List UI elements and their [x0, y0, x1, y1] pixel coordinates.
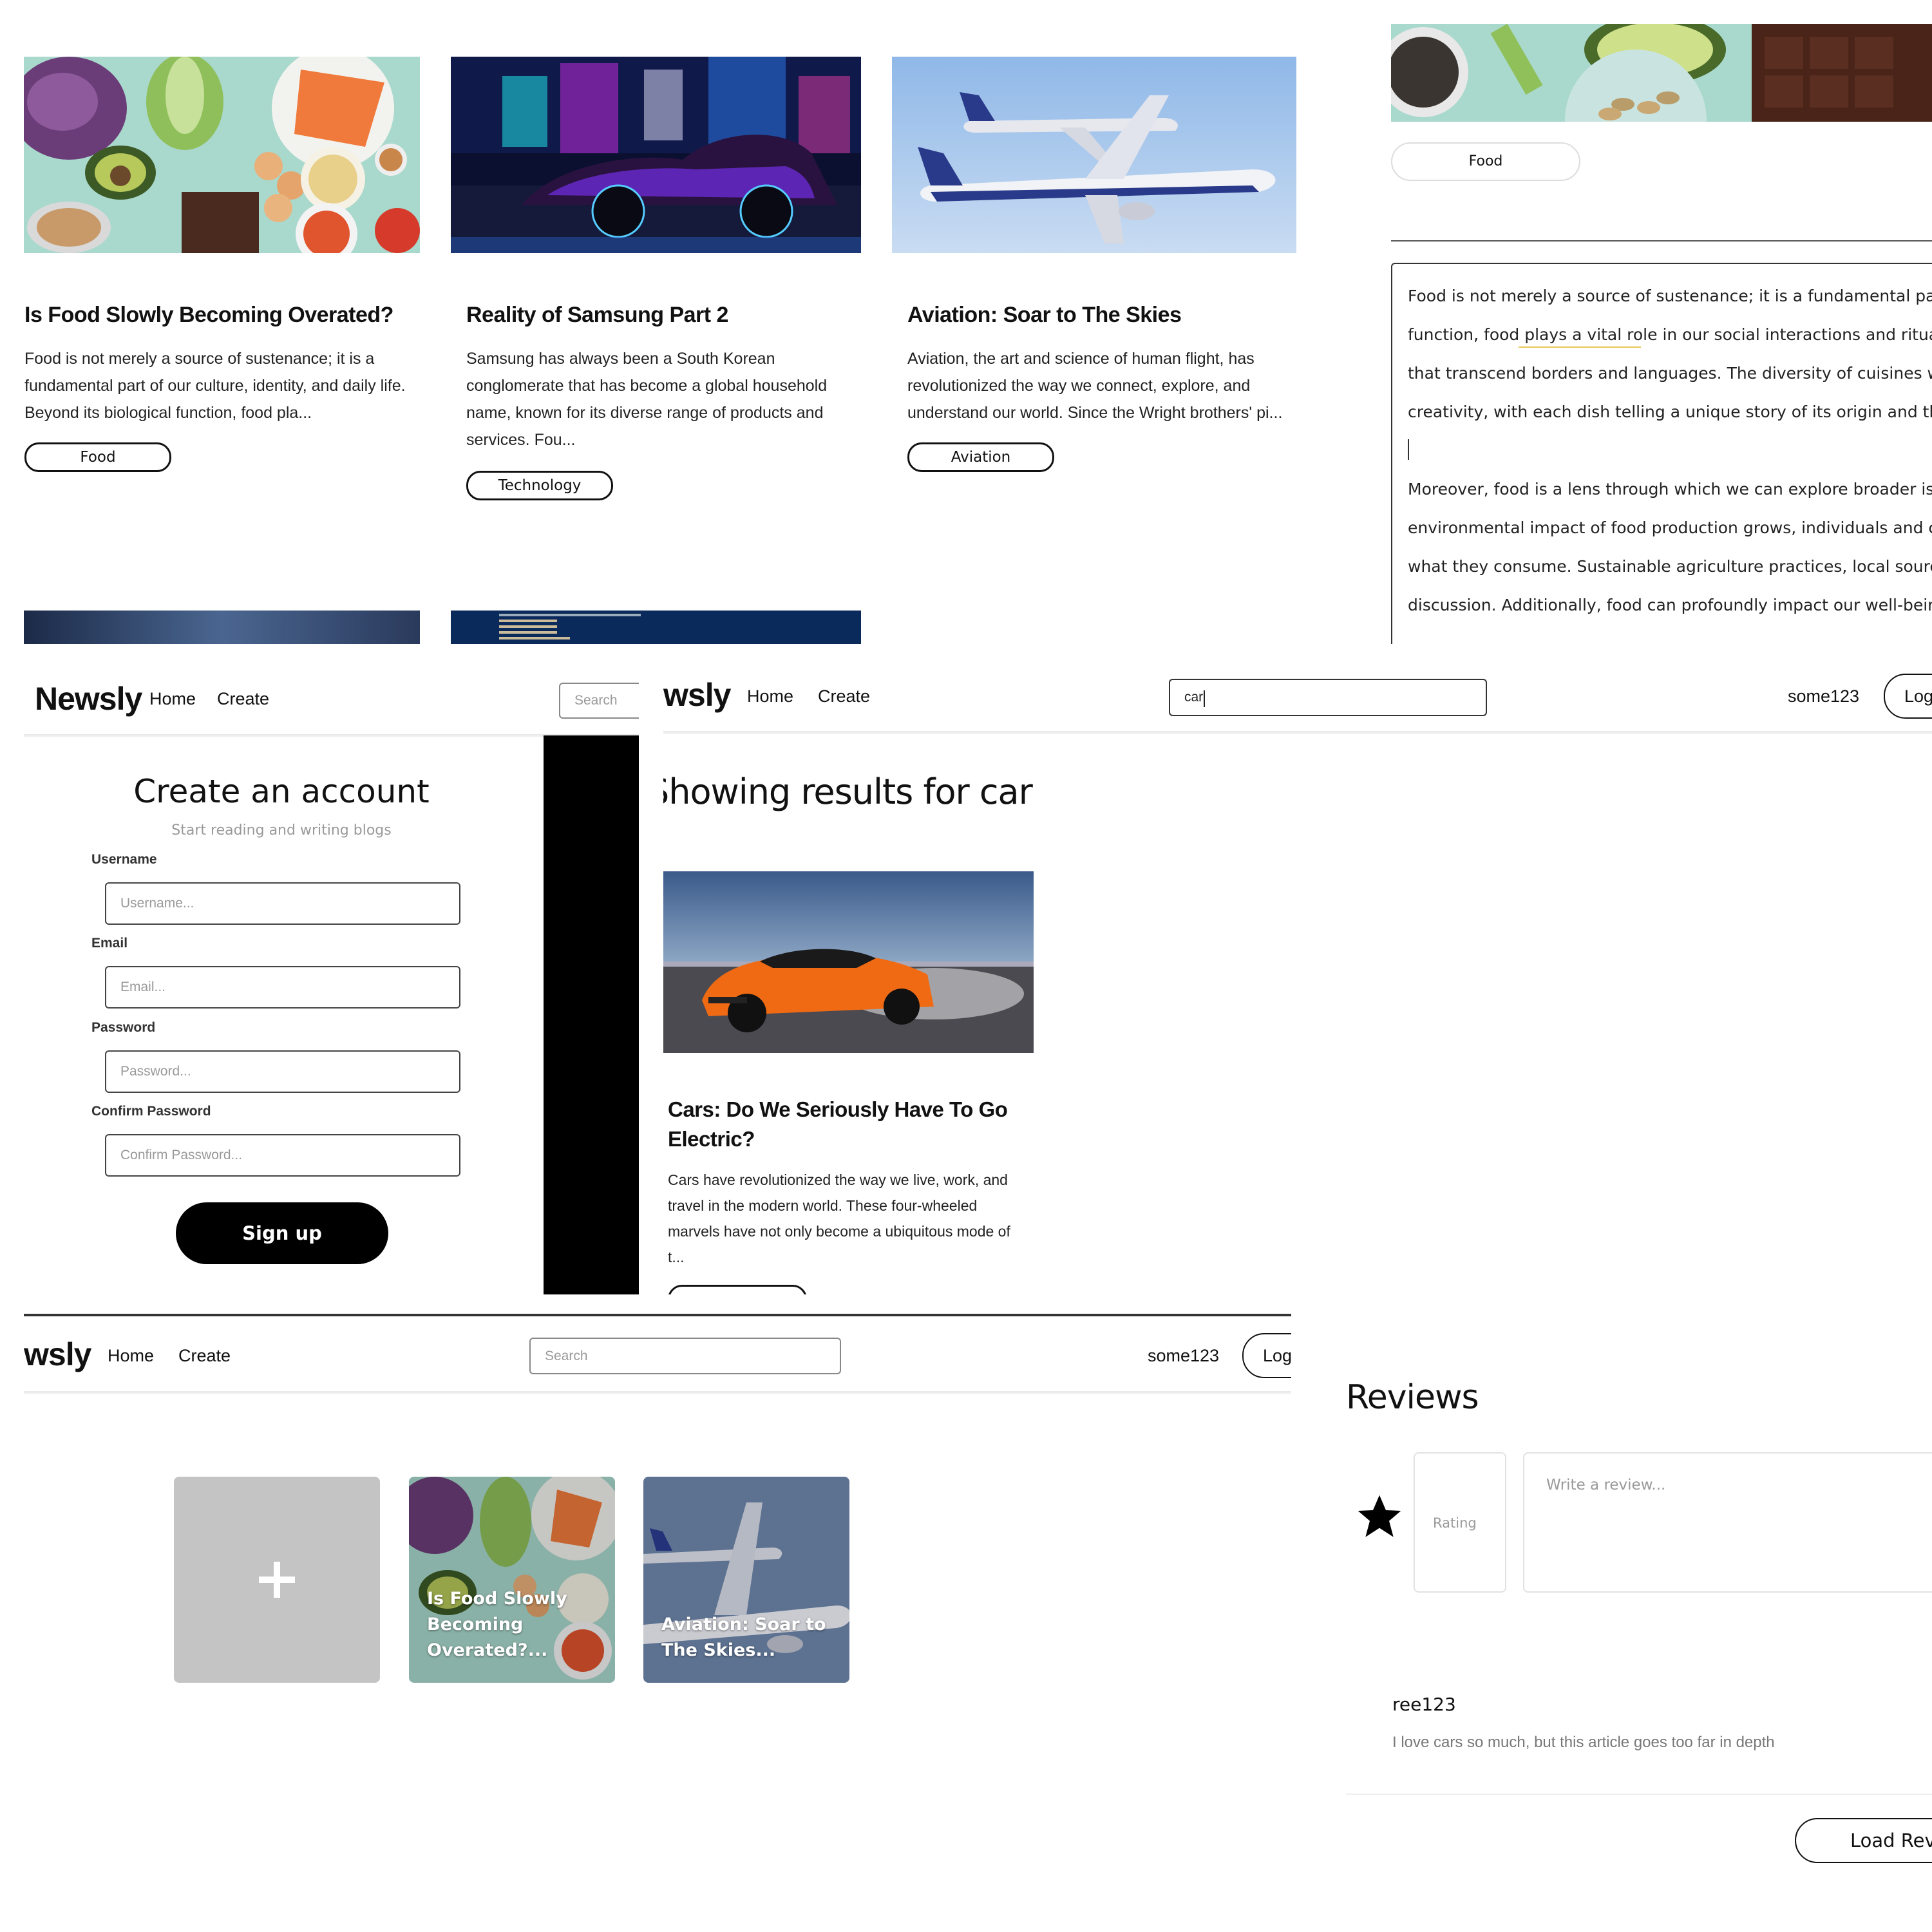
- my-articles-panel: wsly Home Create Search some123 Logo Is …: [24, 1314, 1291, 1932]
- body-line: environmental impact of food production …: [1408, 518, 1932, 537]
- review-author: ree123: [1392, 1694, 1456, 1715]
- nav-home-link[interactable]: Home: [108, 1346, 154, 1366]
- username-field[interactable]: Username...: [105, 882, 460, 925]
- search-input[interactable]: Search: [529, 1338, 841, 1374]
- body-line: that transcend borders and languages. Th…: [1408, 364, 1932, 383]
- load-reviews-button[interactable]: Load Rev: [1795, 1818, 1932, 1863]
- username-label: Username: [91, 852, 157, 867]
- airplanes-image[interactable]: [892, 57, 1296, 253]
- article-excerpt: Samsung has always been a South Korean c…: [466, 350, 828, 449]
- body-line: function, food plays a vital role in our…: [1408, 325, 1932, 344]
- brand-logo[interactable]: Newsly: [35, 680, 142, 717]
- divider: [1391, 240, 1932, 242]
- sky-image[interactable]: [24, 611, 420, 644]
- confirm-password-label: Confirm Password: [91, 1104, 211, 1119]
- form-subtitle: Start reading and writing blogs: [171, 822, 392, 838]
- add-article-tile[interactable]: [174, 1477, 380, 1683]
- article-tile[interactable]: Is Food Slowly Becoming Overated?...: [409, 1477, 615, 1683]
- nav-home-link[interactable]: Home: [149, 689, 196, 709]
- spellcheck-underline: [1519, 346, 1641, 348]
- black-sidebar: [544, 735, 639, 1294]
- plus-icon: [259, 1562, 295, 1598]
- nav-divider: [24, 1391, 1291, 1394]
- search-results-panel: wsly Home Create car some123 Logo Showin…: [663, 670, 1932, 1294]
- signup-panel: Newsly Home Create Search Create an acco…: [24, 670, 639, 1294]
- body-line: discussion. Additionally, food can profo…: [1408, 596, 1932, 614]
- article-title[interactable]: Reality of Samsung Part 2: [466, 303, 728, 328]
- tag-button[interactable]: Aviation: [907, 442, 1054, 472]
- review-textarea[interactable]: Write a review...: [1523, 1452, 1932, 1593]
- logout-button[interactable]: Logo: [1242, 1333, 1291, 1378]
- body-line: Food is not merely a source of sustenanc…: [1408, 287, 1932, 305]
- body-line: Moreover, food is a lens through which w…: [1408, 480, 1932, 498]
- article-excerpt: Aviation, the art and science of human f…: [907, 350, 1283, 422]
- article-body-editor[interactable]: Food is not merely a source of sustenanc…: [1391, 263, 1932, 644]
- password-field[interactable]: Password...: [105, 1050, 460, 1093]
- text-cursor: [1408, 439, 1409, 460]
- tag-button[interactable]: [668, 1285, 807, 1294]
- rating-input[interactable]: Rating: [1414, 1452, 1506, 1593]
- nav-create-link[interactable]: Create: [818, 687, 870, 706]
- reviews-panel: Reviews Rating Write a review... ree123 …: [1346, 1314, 1932, 1932]
- tag-pill[interactable]: Food: [1391, 142, 1580, 181]
- result-excerpt: Cars have revolutionized the way we live…: [668, 1171, 1010, 1265]
- code-image[interactable]: [451, 611, 861, 644]
- food-ingredients-image: [1391, 24, 1932, 122]
- username-label: some123: [1788, 687, 1860, 706]
- article-detail-panel: Food Food is not merely a source of sust…: [1391, 0, 1932, 644]
- review-divider: [1346, 1794, 1932, 1795]
- nav-divider: [663, 731, 1932, 734]
- star-icon[interactable]: [1354, 1491, 1405, 1542]
- brand-logo[interactable]: wsly: [663, 676, 731, 714]
- text-cursor: [1204, 690, 1205, 707]
- article-title[interactable]: Aviation: Soar to The Skies: [907, 303, 1182, 328]
- article-tile[interactable]: Aviation: Soar to The Skies...: [643, 1477, 849, 1683]
- search-input[interactable]: Search: [559, 683, 639, 719]
- username-label: some123: [1148, 1346, 1220, 1365]
- confirm-password-field[interactable]: Confirm Password...: [105, 1134, 460, 1177]
- password-label: Password: [91, 1020, 156, 1035]
- review-text: I love cars so much, but this article go…: [1392, 1734, 1775, 1751]
- results-heading: Showing results for car: [663, 772, 1033, 812]
- nav-home-link[interactable]: Home: [747, 687, 793, 706]
- search-input[interactable]: car: [1169, 679, 1487, 716]
- food-ingredients-image[interactable]: [24, 57, 420, 253]
- body-line: what they consume. Sustainable agricultu…: [1408, 557, 1932, 576]
- logout-button[interactable]: Logo: [1884, 674, 1932, 719]
- top-border: [24, 1314, 1291, 1316]
- form-title: Create an account: [133, 773, 430, 810]
- orange-sports-car-image[interactable]: [663, 871, 1034, 1053]
- tag-button[interactable]: Technology: [466, 471, 613, 500]
- tile-caption: Is Food Slowly Becoming Overated?...: [427, 1589, 567, 1660]
- nav-create-link[interactable]: Create: [217, 689, 269, 709]
- article-title[interactable]: Is Food Slowly Becoming Overated?: [24, 303, 393, 328]
- email-label: Email: [91, 936, 128, 951]
- nav-create-link[interactable]: Create: [178, 1346, 231, 1366]
- reviews-heading: Reviews: [1346, 1378, 1479, 1417]
- brand-logo[interactable]: wsly: [24, 1336, 91, 1373]
- article-excerpt: Food is not merely a source of sustenanc…: [24, 350, 406, 422]
- article-grid-panel: Is Food Slowly Becoming Overated? Food i…: [0, 0, 1327, 644]
- signup-button[interactable]: Sign up: [176, 1202, 388, 1264]
- result-title[interactable]: Cars: Do We Seriously Have To Go Electri…: [668, 1095, 1008, 1154]
- body-line: creativity, with each dish telling a uni…: [1408, 402, 1932, 421]
- tag-button[interactable]: Food: [24, 442, 171, 472]
- email-field[interactable]: Email...: [105, 966, 460, 1009]
- neon-car-image[interactable]: [451, 57, 861, 253]
- tile-caption: Aviation: Soar to The Skies...: [661, 1615, 826, 1660]
